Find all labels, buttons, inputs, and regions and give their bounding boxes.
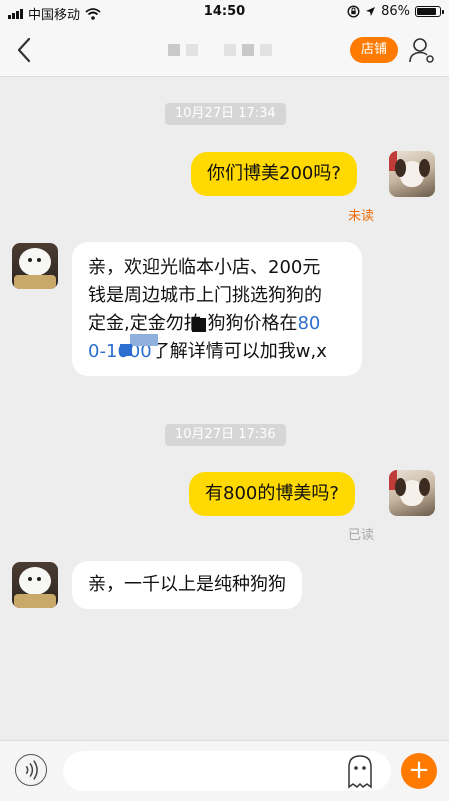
- read-status-label: 已读: [348, 528, 375, 543]
- price-link[interactable]: 80: [297, 313, 320, 334]
- unread-status-label: 未读: [348, 209, 375, 224]
- status-right: 86%: [347, 4, 444, 19]
- message-line: 亲，欢迎光临本小店、200元: [88, 257, 321, 278]
- my-avatar[interactable]: [389, 151, 435, 197]
- message-input[interactable]: [63, 751, 391, 791]
- status-bar: 中国移动 14:50 86%: [0, 0, 449, 24]
- mosaic-block: [120, 344, 132, 356]
- voice-icon[interactable]: [15, 754, 47, 786]
- message-line: 定金,定金勿拍,狗狗价格在80: [88, 310, 346, 338]
- mosaic-block: [130, 334, 158, 346]
- outgoing-message-bubble[interactable]: 有800的博美吗?: [189, 472, 355, 516]
- chat-title-mosaic: [168, 44, 272, 56]
- plus-icon[interactable]: +: [401, 753, 437, 789]
- my-avatar[interactable]: [389, 470, 435, 516]
- back-arrow-icon[interactable]: [12, 36, 38, 64]
- message-timestamp: 10月27日 17:36: [165, 424, 286, 446]
- input-bar: +: [0, 740, 449, 801]
- message-line: 钱是周边城市上门挑选狗狗的: [88, 285, 322, 306]
- battery-icon: [415, 6, 444, 17]
- incoming-message-bubble[interactable]: 亲，欢迎光临本小店、200元 钱是周边城市上门挑选狗狗的 定金,定金勿拍,狗狗价…: [72, 242, 362, 376]
- message-timestamp: 10月27日 17:34: [165, 103, 286, 125]
- seller-avatar[interactable]: [12, 562, 58, 608]
- incoming-message-bubble[interactable]: 亲，一千以上是纯种狗狗: [72, 561, 302, 609]
- nav-bar: 店铺: [0, 24, 449, 77]
- seller-avatar[interactable]: [12, 243, 58, 289]
- lock-rotation-icon: [347, 5, 360, 18]
- location-icon: [366, 7, 376, 16]
- battery-fill: [417, 8, 436, 15]
- emoji-icon[interactable]: [345, 753, 375, 789]
- mosaic-block: [192, 318, 206, 332]
- outgoing-message-bubble[interactable]: 你们博美200吗?: [191, 152, 357, 196]
- shop-button[interactable]: 店铺: [350, 37, 398, 63]
- message-line-text: 了解详情可以加我w,x: [151, 341, 327, 362]
- user-settings-icon[interactable]: [408, 36, 436, 64]
- battery-percent: 86%: [381, 4, 410, 19]
